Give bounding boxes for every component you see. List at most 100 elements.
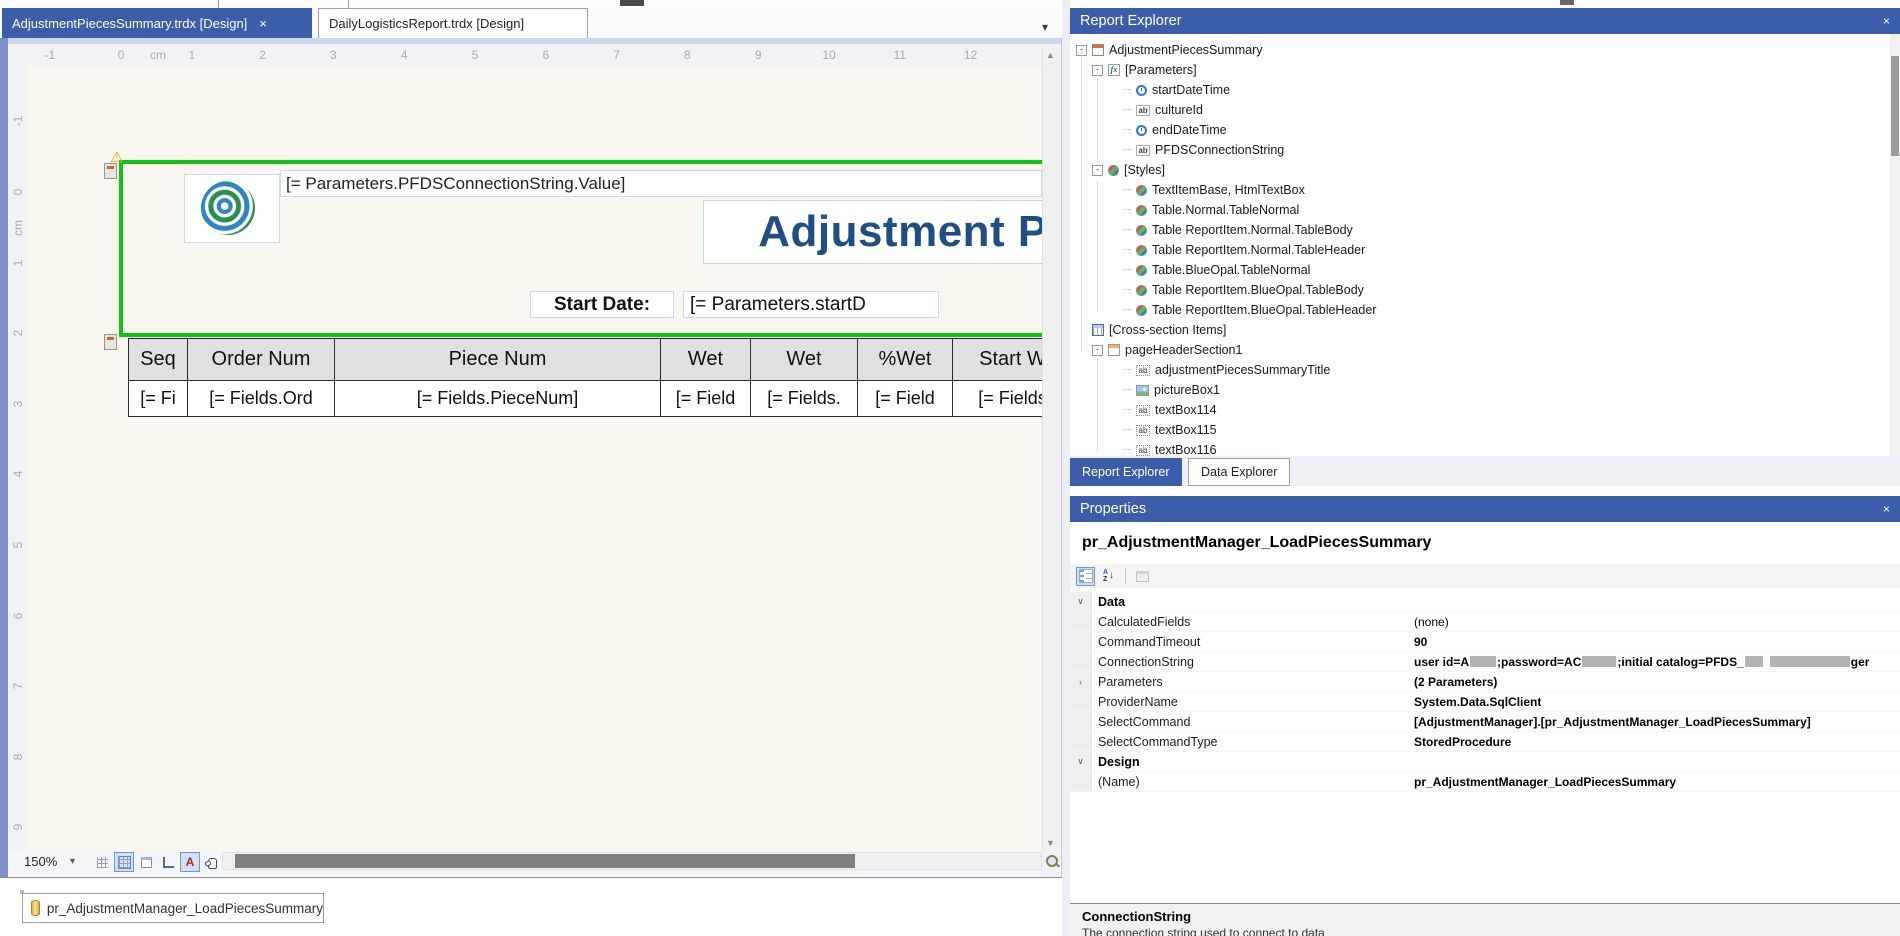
tree-item[interactable]: pictureBox1 — [1070, 380, 1890, 400]
close-icon[interactable]: × — [259, 16, 267, 31]
ruler-v-label: 7 — [11, 676, 25, 696]
snap-to-grid-icon[interactable] — [114, 852, 134, 872]
design-vertical-scrollbar[interactable]: ▲ ▼ — [1042, 48, 1060, 850]
property-row[interactable]: ConnectionStringuser id=A;password=AC;in… — [1070, 652, 1900, 672]
table-cell[interactable]: [= Fields. — [751, 381, 858, 417]
category-chevron-icon[interactable]: ∨ — [1070, 752, 1092, 771]
tree-item[interactable]: Table ReportItem.BlueOpal.TableHeader — [1070, 300, 1890, 320]
tree-item[interactable]: [Cross-section Items] — [1070, 320, 1890, 340]
tree-item[interactable]: Table.BlueOpal.TableNormal — [1070, 260, 1890, 280]
page-layout-icon[interactable] — [136, 852, 156, 872]
property-category[interactable]: ∨Design — [1070, 752, 1900, 772]
tree-item[interactable]: Table ReportItem.Normal.TableBody — [1070, 220, 1890, 240]
tree-scrollbar[interactable] — [1890, 34, 1900, 456]
tree-item[interactable]: -pageHeaderSection1 — [1070, 340, 1890, 360]
tree-item[interactable]: startDateTime — [1070, 80, 1890, 100]
tree-item[interactable]: - [Styles] — [1070, 160, 1890, 180]
property-category[interactable]: ∨Data — [1070, 592, 1900, 612]
tree-item[interactable]: abPFDSConnectionString — [1070, 140, 1890, 160]
section-marker-icon[interactable] — [104, 334, 117, 350]
tree-item[interactable]: abadjustmentPiecesSummaryTitle — [1070, 360, 1890, 380]
tree-item[interactable]: abtextBox116 — [1070, 440, 1890, 456]
tree-item[interactable]: endDateTime — [1070, 120, 1890, 140]
report-designer-window: AdjustmentPiecesSummary.trdx [Design] × … — [0, 0, 1900, 936]
report-title-textbox-item[interactable]: Adjustment P — [703, 200, 1042, 264]
property-row[interactable]: ProviderNameSystem.Data.SqlClient — [1070, 692, 1900, 712]
table-header-cell[interactable]: Piece Num — [335, 338, 661, 381]
left-edge-strip — [0, 38, 8, 877]
table-header-cell[interactable]: %Wet — [858, 338, 953, 381]
datasource-item[interactable]: pr_AdjustmentManager_LoadPiecesSummary — [22, 893, 324, 923]
table-cell[interactable]: [= Fi — [128, 381, 188, 417]
connection-string-textbox-item[interactable]: [= Parameters.PFDSConnectionString.Value… — [280, 170, 1042, 197]
property-pages-icon[interactable] — [1133, 567, 1152, 586]
tree-item[interactable]: TextItemBase, HtmlTextBox — [1070, 180, 1890, 200]
panel-splitter[interactable] — [1062, 0, 1070, 936]
table-cell[interactable]: [= Fields — [953, 381, 1042, 417]
tree-item[interactable]: abcultureId — [1070, 100, 1890, 120]
tab-adjustment-pieces-summary[interactable]: AdjustmentPiecesSummary.trdx [Design] × — [2, 8, 312, 38]
design-horizontal-scrollbar[interactable] — [222, 852, 1042, 870]
tree-expander[interactable]: - — [1092, 165, 1103, 176]
property-value: [AdjustmentManager].[pr_AdjustmentManage… — [1414, 715, 1811, 729]
zoom-level[interactable]: 150% — [24, 854, 57, 869]
start-date-label-item[interactable]: Start Date: — [530, 291, 674, 318]
table-cell[interactable]: [= Field — [661, 381, 751, 417]
snap-lines-icon — [163, 857, 174, 868]
property-row[interactable]: SelectCommand[AdjustmentManager].[pr_Adj… — [1070, 712, 1900, 732]
tree-item[interactable]: -AdjustmentPiecesSummary — [1070, 40, 1890, 60]
warning-icon: ⚠ — [110, 150, 123, 165]
picturebox-icon — [1136, 385, 1149, 396]
table-header-cell[interactable]: Wet — [661, 338, 751, 381]
property-row[interactable]: (Name)pr_AdjustmentManager_LoadPiecesSum… — [1070, 772, 1900, 792]
tree-item[interactable]: Table.Normal.TableNormal — [1070, 200, 1890, 220]
property-row[interactable]: ›Parameters(2 Parameters) — [1070, 672, 1900, 692]
table-header-cell[interactable]: Wet — [751, 338, 858, 381]
ab-textbox-icon: ab — [1136, 445, 1150, 456]
ruler-h-label: 12 — [964, 48, 977, 62]
zoom-magnifier-icon[interactable] — [1045, 854, 1059, 868]
pan-icon[interactable] — [202, 852, 222, 872]
style-icon — [1136, 265, 1147, 276]
close-icon[interactable]: × — [1883, 502, 1890, 516]
table-header-cell[interactable]: Start W — [953, 338, 1042, 381]
scrollbar-thumb[interactable] — [1891, 56, 1899, 156]
report-design-canvas[interactable]: ⚠ [= Parameters.PFDSConnectionString.Val… — [28, 66, 1042, 850]
table-cell[interactable]: [= Fields.Ord — [188, 381, 335, 417]
ruler-h-label: 2 — [259, 48, 266, 62]
tree-item[interactable]: abtextBox115 — [1070, 420, 1890, 440]
tree-item[interactable]: -fx[Parameters] — [1070, 60, 1890, 80]
tree-item-label: [Styles] — [1124, 163, 1165, 177]
table-data-row: [= Fi[= Fields.Ord[= Fields.PieceNum][= … — [128, 381, 1042, 417]
table-header-cell[interactable]: Seq — [128, 338, 188, 381]
tree-item[interactable]: Table ReportItem.BlueOpal.TableBody — [1070, 280, 1890, 300]
tab-data-explorer[interactable]: Data Explorer — [1188, 458, 1290, 486]
tab-report-explorer[interactable]: Report Explorer — [1070, 458, 1182, 486]
show-grid-icon[interactable] — [92, 852, 112, 872]
tab-overflow-chevron-icon[interactable]: ▾ — [1042, 20, 1048, 34]
property-row[interactable]: CalculatedFields(none) — [1070, 612, 1900, 632]
row-expander-icon[interactable]: › — [1070, 672, 1092, 691]
tree-connector — [1124, 269, 1131, 271]
tree-item[interactable]: Table ReportItem.Normal.TableHeader — [1070, 240, 1890, 260]
report-table-item[interactable]: SeqOrder NumPiece NumWetWet%WetStart W [… — [128, 338, 1042, 417]
close-icon[interactable]: × — [1883, 14, 1890, 28]
tree-item[interactable]: abtextBox114 — [1070, 400, 1890, 420]
ruler-h-label: -1 — [45, 48, 56, 62]
start-date-expression-item[interactable]: [= Parameters.startD — [683, 291, 939, 318]
property-row[interactable]: SelectCommandTypeStoredProcedure — [1070, 732, 1900, 752]
alphabetical-icon[interactable]: AZ↓ — [1099, 567, 1118, 586]
property-row[interactable]: CommandTimeout90 — [1070, 632, 1900, 652]
table-header-cell[interactable]: Order Num — [188, 338, 335, 381]
style-preview-icon: A — [186, 856, 195, 868]
scrollbar-thumb[interactable] — [235, 854, 855, 868]
category-chevron-icon[interactable]: ∨ — [1070, 592, 1092, 611]
picture-box-item[interactable] — [184, 174, 280, 243]
categorized-icon[interactable] — [1076, 567, 1095, 586]
tab-daily-logistics-report[interactable]: DailyLogisticsReport.trdx [Design] — [318, 8, 588, 38]
table-cell[interactable]: [= Field — [858, 381, 953, 417]
table-cell[interactable]: [= Fields.PieceNum] — [335, 381, 661, 417]
zoom-caret-icon[interactable]: ▾ — [70, 856, 75, 867]
style-preview-icon[interactable]: A — [180, 852, 200, 872]
snap-lines-icon[interactable] — [158, 852, 178, 872]
